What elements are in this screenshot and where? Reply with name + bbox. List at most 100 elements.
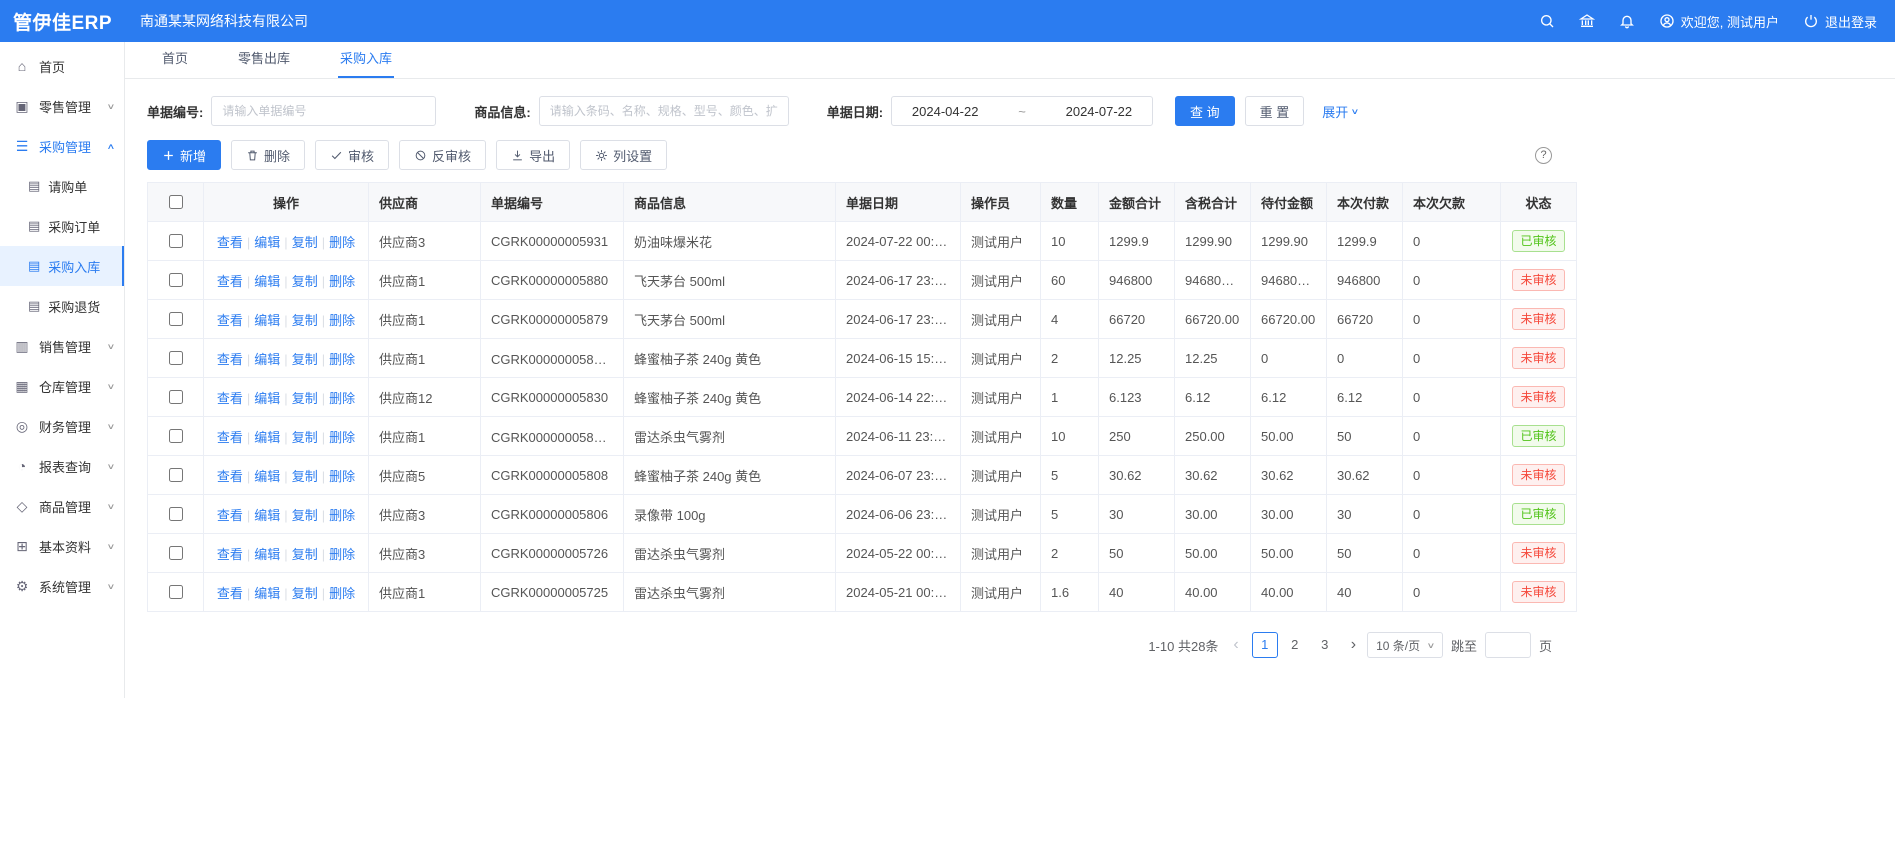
notification-bell-icon[interactable] xyxy=(1619,13,1635,29)
sidebar-item-purchase-order[interactable]: ▤采购订单 xyxy=(0,206,124,246)
sidebar-item-report-query[interactable]: ◔报表查询∨ xyxy=(0,446,124,486)
row-action-edit[interactable]: 编辑 xyxy=(254,547,280,562)
row-action-delete[interactable]: 删除 xyxy=(329,469,355,484)
row-action-copy[interactable]: 复制 xyxy=(292,313,318,328)
logout-button[interactable]: 退出登录 xyxy=(1803,12,1877,31)
row-action-copy[interactable]: 复制 xyxy=(292,235,318,250)
row-action-view[interactable]: 查看 xyxy=(217,352,243,367)
row-action-delete[interactable]: 删除 xyxy=(329,274,355,289)
prev-page-button[interactable]: ‹ xyxy=(1230,637,1241,653)
row-checkbox[interactable] xyxy=(169,546,183,560)
row-action-copy[interactable]: 复制 xyxy=(292,274,318,289)
row-action-delete[interactable]: 删除 xyxy=(329,352,355,367)
row-checkbox[interactable] xyxy=(169,234,183,248)
search-icon[interactable] xyxy=(1539,13,1555,29)
column-settings-button[interactable]: 列设置 xyxy=(580,140,667,170)
sidebar-item-sales-mgmt[interactable]: ▥销售管理∨ xyxy=(0,326,124,366)
sidebar-item-purchase-inbound[interactable]: ▤采购入库 xyxy=(0,246,124,286)
row-action-edit[interactable]: 编辑 xyxy=(254,235,280,250)
row-action-edit[interactable]: 编辑 xyxy=(254,352,280,367)
sidebar-item-purchase-mgmt[interactable]: ☰采购管理∧ xyxy=(0,126,124,166)
page-button-1[interactable]: 1 xyxy=(1252,632,1278,658)
row-action-edit[interactable]: 编辑 xyxy=(254,391,280,406)
date-to-value[interactable]: 2024-07-22 xyxy=(1066,104,1133,119)
expand-link[interactable]: 展开 ∨ xyxy=(1322,102,1358,121)
order-no-input[interactable] xyxy=(211,96,436,126)
sidebar-item-purchase-return[interactable]: ▤采购退货 xyxy=(0,286,124,326)
row-checkbox[interactable] xyxy=(169,585,183,599)
tab-retail-outbound[interactable]: 零售出库 xyxy=(236,40,292,78)
page-button-2[interactable]: 2 xyxy=(1282,632,1308,658)
product-info-input[interactable] xyxy=(539,96,789,126)
row-action-edit[interactable]: 编辑 xyxy=(254,586,280,601)
row-action-view[interactable]: 查看 xyxy=(217,469,243,484)
cell-action: 查看|编辑|复制|删除 xyxy=(204,300,369,339)
sidebar-item-warehouse-mgmt[interactable]: ▦仓库管理∨ xyxy=(0,366,124,406)
sidebar-item-finance-mgmt[interactable]: ◎财务管理∨ xyxy=(0,406,124,446)
export-button[interactable]: 导出 xyxy=(496,140,570,170)
row-action-delete[interactable]: 删除 xyxy=(329,235,355,250)
row-action-view[interactable]: 查看 xyxy=(217,313,243,328)
row-checkbox[interactable] xyxy=(169,312,183,326)
sidebar-item-system-mgmt[interactable]: ⚙系统管理∨ xyxy=(0,566,124,606)
row-checkbox[interactable] xyxy=(169,273,183,287)
row-action-edit[interactable]: 编辑 xyxy=(254,274,280,289)
jump-page-input[interactable] xyxy=(1485,632,1531,658)
row-checkbox[interactable] xyxy=(169,429,183,443)
action-separator: | xyxy=(284,508,287,523)
row-action-copy[interactable]: 复制 xyxy=(292,391,318,406)
tab-home[interactable]: 首页 xyxy=(160,40,190,78)
row-action-view[interactable]: 查看 xyxy=(217,547,243,562)
row-action-view[interactable]: 查看 xyxy=(217,274,243,289)
row-action-delete[interactable]: 删除 xyxy=(329,313,355,328)
page-button-3[interactable]: 3 xyxy=(1312,632,1338,658)
date-range-picker[interactable]: 2024-04-22 ~ 2024-07-22 xyxy=(891,96,1153,126)
audit-button[interactable]: 审核 xyxy=(315,140,389,170)
row-action-delete[interactable]: 删除 xyxy=(329,508,355,523)
row-action-view[interactable]: 查看 xyxy=(217,586,243,601)
row-action-copy[interactable]: 复制 xyxy=(292,469,318,484)
row-action-copy[interactable]: 复制 xyxy=(292,508,318,523)
row-action-delete[interactable]: 删除 xyxy=(329,430,355,445)
reset-button[interactable]: 重 置 xyxy=(1245,96,1305,126)
row-action-view[interactable]: 查看 xyxy=(217,391,243,406)
cell-action: 查看|编辑|复制|删除 xyxy=(204,417,369,456)
date-from-value[interactable]: 2024-04-22 xyxy=(912,104,979,119)
row-action-copy[interactable]: 复制 xyxy=(292,352,318,367)
row-action-view[interactable]: 查看 xyxy=(217,508,243,523)
row-action-copy[interactable]: 复制 xyxy=(292,547,318,562)
select-all-checkbox[interactable] xyxy=(169,195,183,209)
tab-purchase-inbound[interactable]: 采购入库 xyxy=(338,40,394,78)
row-checkbox[interactable] xyxy=(169,390,183,404)
sidebar-item-home[interactable]: ⌂首页 xyxy=(0,46,124,86)
sidebar-item-purchase-request[interactable]: ▤请购单 xyxy=(0,166,124,206)
row-action-copy[interactable]: 复制 xyxy=(292,430,318,445)
column-header-payable: 待付金额 xyxy=(1251,183,1327,222)
row-checkbox[interactable] xyxy=(169,351,183,365)
cell-operator: 测试用户 xyxy=(961,573,1041,612)
row-action-delete[interactable]: 删除 xyxy=(329,586,355,601)
row-action-edit[interactable]: 编辑 xyxy=(254,469,280,484)
row-checkbox[interactable] xyxy=(169,507,183,521)
row-action-view[interactable]: 查看 xyxy=(217,430,243,445)
search-button[interactable]: 查 询 xyxy=(1175,96,1235,126)
sidebar-item-retail-mgmt[interactable]: ▣零售管理∨ xyxy=(0,86,124,126)
row-action-copy[interactable]: 复制 xyxy=(292,586,318,601)
row-checkbox[interactable] xyxy=(169,468,183,482)
row-action-edit[interactable]: 编辑 xyxy=(254,430,280,445)
row-action-view[interactable]: 查看 xyxy=(217,235,243,250)
welcome-user[interactable]: 欢迎您, 测试用户 xyxy=(1659,12,1779,31)
sidebar-item-goods-mgmt[interactable]: ◇商品管理∨ xyxy=(0,486,124,526)
row-action-delete[interactable]: 删除 xyxy=(329,391,355,406)
delete-button[interactable]: 删除 xyxy=(231,140,305,170)
row-action-edit[interactable]: 编辑 xyxy=(254,508,280,523)
app-center-icon[interactable] xyxy=(1579,13,1595,29)
row-action-edit[interactable]: 编辑 xyxy=(254,313,280,328)
page-size-select[interactable]: 10 条/页 ∨ xyxy=(1367,632,1443,658)
add-button[interactable]: 新增 xyxy=(147,140,221,170)
row-action-delete[interactable]: 删除 xyxy=(329,547,355,562)
sidebar-item-basic-data[interactable]: ⊞基本资料∨ xyxy=(0,526,124,566)
unaudit-button[interactable]: 反审核 xyxy=(399,140,486,170)
help-icon[interactable]: ? xyxy=(1535,147,1552,164)
next-page-button[interactable]: › xyxy=(1348,637,1359,653)
